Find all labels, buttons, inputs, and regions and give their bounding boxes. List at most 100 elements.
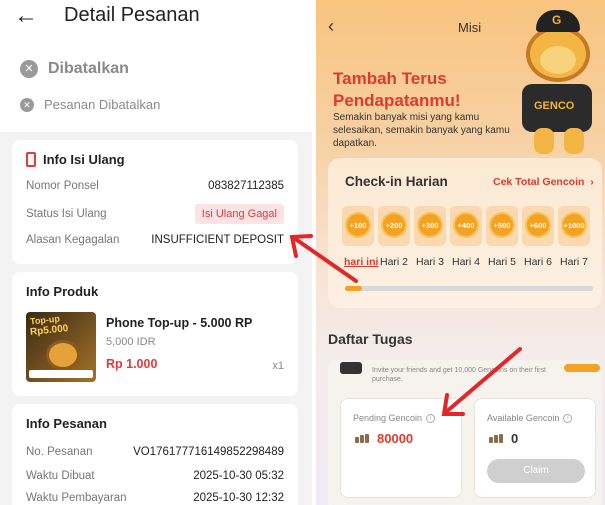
phone-icon: [26, 152, 36, 167]
task-icon: [340, 362, 362, 374]
available-gencoin-label: Available Gencoin: [487, 413, 560, 423]
product-quantity: x1: [272, 360, 284, 372]
page-title: Detail Pesanan: [64, 4, 200, 26]
coin-icon: +500: [489, 212, 515, 238]
reward-day-5[interactable]: +500: [486, 206, 518, 246]
topup-info-heading: Info Isi Ulang: [26, 152, 125, 167]
created-time-row: Waktu Dibuat 2025-10-30 05:32: [26, 470, 284, 482]
banner-title: Tambah Terus Pendapatanmu!: [333, 68, 461, 112]
coin-icon: +100: [345, 212, 371, 238]
total-gencoin-link[interactable]: Cek Total Gencoin ›: [493, 176, 594, 188]
available-gencoin-box: Available Gencoin i 0 Claim: [474, 398, 596, 498]
topup-failed-badge: Isi Ulang Gagal: [194, 204, 284, 224]
checkin-rewards: +100 +200 +300 +400 +500 +600 +1000: [342, 206, 590, 246]
chevron-right-icon: ›: [587, 176, 594, 188]
mascot-cap: G: [536, 10, 580, 32]
order-header: ← Detail Pesanan ✕ Dibatalkan ✕ Pesanan …: [0, 0, 312, 132]
mascot-shirt: GENCO: [522, 84, 592, 132]
mascot-leg: [564, 128, 584, 154]
order-status-label: Dibatalkan: [48, 60, 129, 77]
x-circle-icon: ✕: [20, 97, 34, 112]
phone-number-label: Nomor Ponsel: [26, 180, 99, 192]
product-info-card: Info Produk Top-up Rp5.000 Phone Top-up …: [12, 272, 298, 396]
topup-info-card: Info Isi Ulang Nomor Ponsel 083827112385…: [12, 140, 298, 264]
day-label: Hari 7: [560, 256, 589, 268]
banner-subtitle: Semakin banyak misi yang kamu selesaikan…: [333, 112, 510, 149]
failure-reason-value: INSUFFICIENT DEPOSIT: [151, 234, 284, 246]
created-time-value: 2025-10-30 05:32: [193, 470, 284, 482]
order-status-sub-label: Pesanan Dibatalkan: [44, 97, 161, 112]
lion-mascot-icon: [46, 340, 80, 370]
info-icon[interactable]: i: [563, 413, 573, 423]
day-label: Hari 6: [524, 256, 553, 268]
created-time-label: Waktu Dibuat: [26, 470, 95, 482]
available-gencoin-value: 0: [511, 431, 519, 446]
pending-gencoin-box: Pending Gencoin i 80000: [340, 398, 462, 498]
payment-time-value: 2025-10-30 12:32: [193, 492, 284, 504]
available-gencoin-label-row: Available Gencoin i: [487, 413, 573, 423]
day-label: Hari 4: [452, 256, 481, 268]
coin-icon: +400: [453, 212, 479, 238]
order-status-sub: ✕ Pesanan Dibatalkan: [20, 97, 160, 112]
order-info-card: Info Pesanan No. Pesanan VO1761777161498…: [12, 404, 298, 505]
reward-day-2[interactable]: +200: [378, 206, 410, 246]
pending-gencoin-label-row: Pending Gencoin i: [353, 413, 436, 423]
reward-day-1[interactable]: +100: [342, 206, 374, 246]
info-icon[interactable]: i: [426, 413, 436, 423]
topup-status-label: Status Isi Ulang: [26, 208, 107, 220]
order-detail-panel: ← Detail Pesanan ✕ Dibatalkan ✕ Pesanan …: [0, 0, 312, 505]
day-label: Hari 2: [380, 256, 409, 268]
reward-day-3[interactable]: +300: [414, 206, 446, 246]
day-label: hari ini: [344, 256, 379, 268]
checkin-title: Check-in Harian: [345, 174, 448, 189]
checkin-days: hari ini Hari 2 Hari 3 Hari 4 Hari 5 Har…: [344, 256, 596, 268]
coins-stack-icon: [355, 434, 369, 443]
genco-lion-mascot: G GENCO: [516, 10, 604, 160]
order-info-title: Info Pesanan: [26, 416, 107, 431]
coin-icon: +1000: [561, 212, 587, 238]
reward-day-7[interactable]: +1000: [558, 206, 590, 246]
payment-time-label: Waktu Pembayaran: [26, 492, 127, 504]
failure-reason-row: Alasan Kegagalan INSUFFICIENT DEPOSIT: [26, 234, 284, 246]
topup-info-title: Info Isi Ulang: [43, 152, 125, 167]
day-label: Hari 3: [416, 256, 445, 268]
coin-icon: +200: [381, 212, 407, 238]
order-number-value[interactable]: VO176177716149852298489: [133, 446, 284, 458]
checkin-progress-bar: [345, 286, 593, 291]
product-info-title: Info Produk: [26, 284, 99, 299]
product-price: Rp 1.000: [106, 357, 158, 371]
coin-icon: +600: [525, 212, 551, 238]
daily-checkin-card: Check-in Harian Cek Total Gencoin › +100…: [328, 158, 602, 308]
mascot-leg: [534, 128, 554, 154]
product-name: Phone Top-up - 5.000 RP: [106, 316, 253, 330]
mission-page-title: Misi: [458, 20, 482, 35]
mascot-shirt-text: GENCO: [534, 100, 575, 112]
day-label: Hari 5: [488, 256, 517, 268]
reward-day-4[interactable]: +400: [450, 206, 482, 246]
payment-time-row: Waktu Pembayaran 2025-10-30 12:32: [26, 492, 284, 504]
back-chevron-icon[interactable]: ‹: [328, 16, 334, 37]
pending-gencoin-label: Pending Gencoin: [353, 413, 423, 423]
mission-panel: ‹ Misi Tambah Terus Pendapatanmu! Semaki…: [316, 0, 605, 505]
provider-logos-strip: [29, 370, 93, 378]
mascot-face: [540, 46, 576, 74]
task-description: Invite your friends and get 10,000 Genco…: [372, 367, 546, 383]
coin-icon: +300: [417, 212, 443, 238]
available-gencoin-value-row: 0: [489, 431, 518, 446]
topup-status-row: Status Isi Ulang Isi Ulang Gagal: [26, 204, 284, 224]
reward-day-6[interactable]: +600: [522, 206, 554, 246]
phone-number-value: 083827112385: [208, 180, 284, 192]
banner-title-line1: Tambah Terus: [333, 69, 447, 88]
task-action-button[interactable]: [564, 364, 600, 372]
checkin-progress-fill: [345, 286, 363, 291]
claim-button[interactable]: Claim: [487, 459, 585, 483]
task-list-title: Daftar Tugas: [328, 331, 413, 347]
product-denomination: 5,000 IDR: [106, 336, 156, 348]
order-status: ✕ Dibatalkan: [20, 60, 129, 78]
back-arrow-icon[interactable]: ←: [14, 4, 38, 28]
total-gencoin-link-label: Cek Total Gencoin: [493, 176, 585, 188]
order-number-row: No. Pesanan VO176177716149852298489: [26, 446, 284, 458]
pending-gencoin-value-row: 80000: [355, 431, 413, 446]
mascot-cap-letter: G: [552, 13, 562, 27]
failure-reason-label: Alasan Kegagalan: [26, 234, 120, 246]
